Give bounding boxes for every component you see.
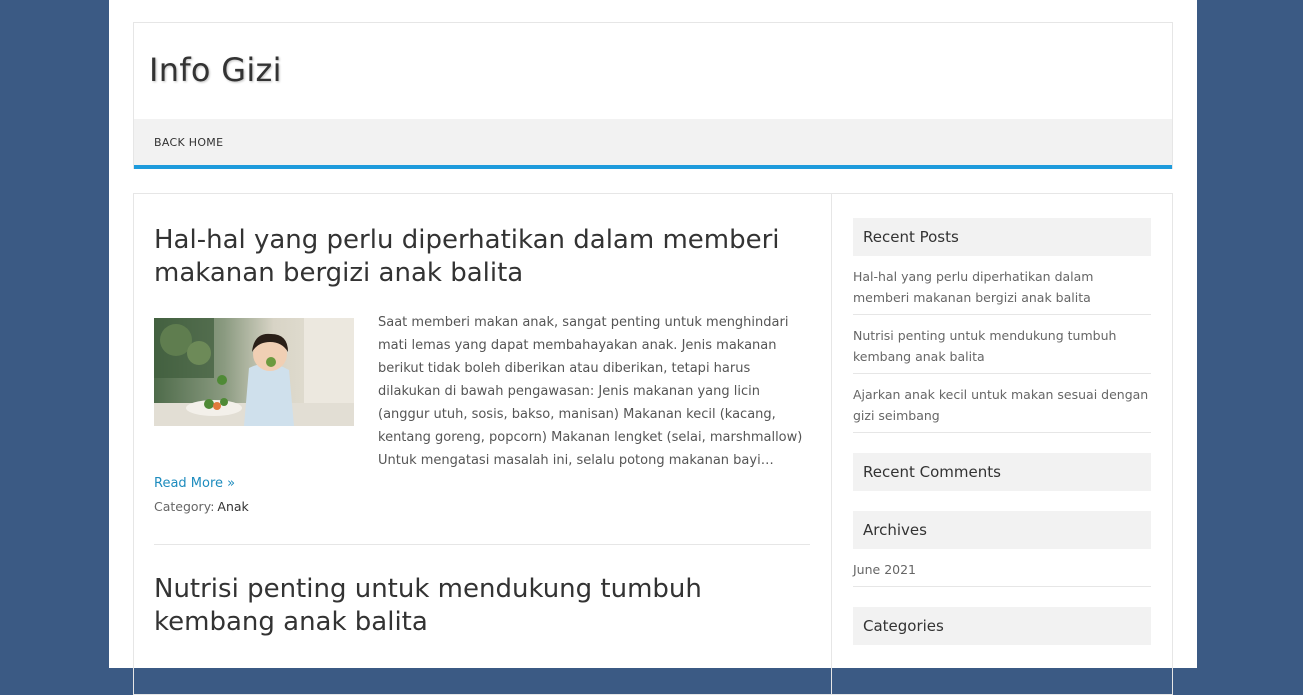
list-item: Ajarkan anak kecil untuk makan sesuai de… <box>853 374 1151 433</box>
post-excerpt-text: Saat memberi makan anak, sangat penting … <box>378 315 803 468</box>
read-more-link[interactable]: Read More » <box>154 476 235 491</box>
recent-post-link[interactable]: Hal-hal yang perlu diperhatikan dalam me… <box>853 269 1093 305</box>
site-header: Info Gizi BACK HOME <box>133 22 1173 169</box>
widget-title: Archives <box>853 511 1151 549</box>
page: Info Gizi BACK HOME Hal-hal yang perlu d… <box>109 0 1197 695</box>
list-item: Hal-hal yang perlu diperhatikan dalam me… <box>853 256 1151 315</box>
recent-post-link[interactable]: Ajarkan anak kecil untuk makan sesuai de… <box>853 387 1148 423</box>
post-thumbnail[interactable] <box>154 318 354 426</box>
content-area: Hal-hal yang perlu diperhatikan dalam me… <box>133 193 1173 695</box>
post-title[interactable]: Nutrisi penting untuk mendukung tumbuh k… <box>154 573 810 639</box>
category-label: Category: <box>154 499 215 514</box>
nav-item-back-home[interactable]: BACK HOME <box>154 136 223 149</box>
widget-recent-posts: Recent Posts Hal-hal yang perlu diperhat… <box>853 218 1151 433</box>
widget-recent-comments: Recent Comments <box>853 453 1151 491</box>
widget-title: Categories <box>853 607 1151 645</box>
site-title[interactable]: Info Gizi <box>149 51 282 89</box>
sidebar-divider <box>831 194 832 694</box>
recent-post-link[interactable]: Nutrisi penting untuk mendukung tumbuh k… <box>853 328 1116 364</box>
category-link[interactable]: Anak <box>217 499 248 514</box>
list-item: Nutrisi penting untuk mendukung tumbuh k… <box>853 315 1151 374</box>
post-divider <box>154 544 810 545</box>
widget-categories: Categories <box>853 607 1151 645</box>
widget-archives: Archives June 2021 <box>853 511 1151 587</box>
widget-title: Recent Posts <box>853 218 1151 256</box>
post-title[interactable]: Hal-hal yang perlu diperhatikan dalam me… <box>154 224 810 290</box>
main-nav: BACK HOME <box>134 119 1172 169</box>
list-item: June 2021 <box>853 549 1151 587</box>
child-eating-image <box>154 318 354 426</box>
post-meta: Category: Anak <box>154 499 249 514</box>
widget-title: Recent Comments <box>853 453 1151 491</box>
sidebar: Recent Posts Hal-hal yang perlu diperhat… <box>853 218 1151 665</box>
archive-link[interactable]: June 2021 <box>853 562 916 577</box>
